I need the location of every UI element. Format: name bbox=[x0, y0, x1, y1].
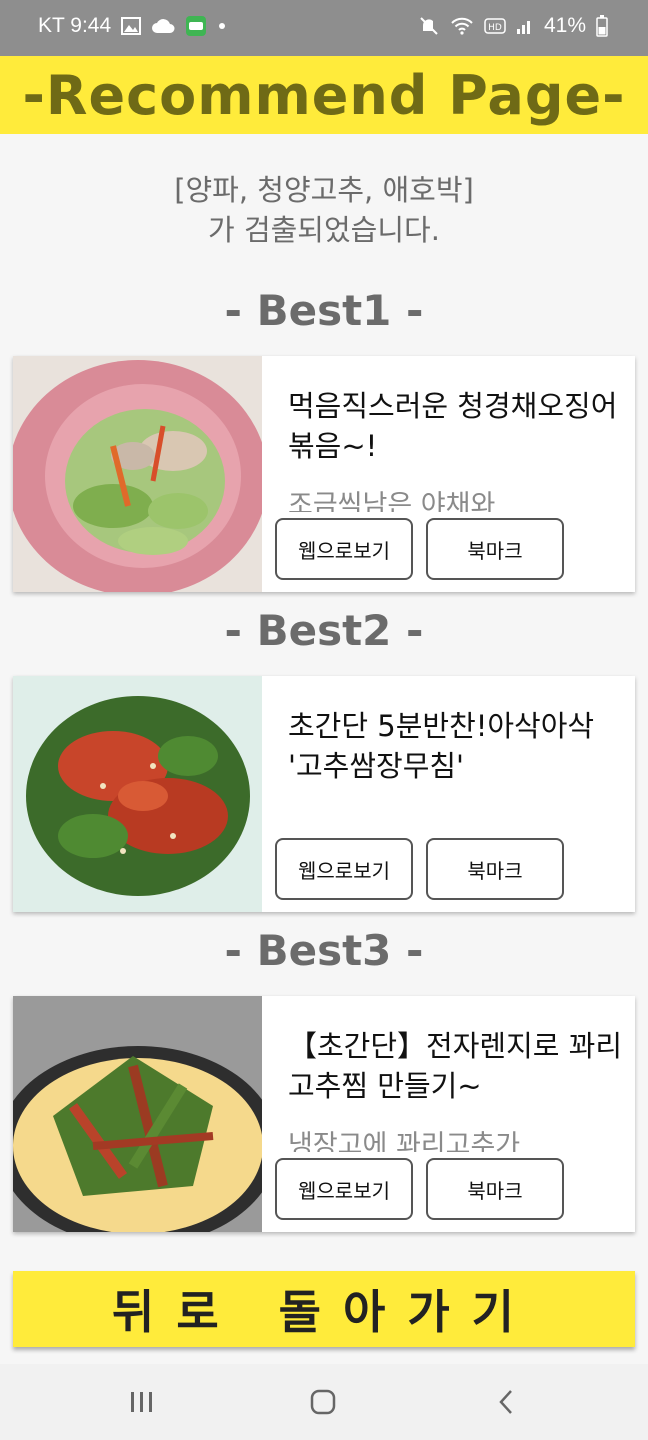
bookmark-button-3[interactable]: 북마크 bbox=[426, 1158, 564, 1220]
best2-heading: - Best2 - bbox=[224, 606, 424, 655]
recent-apps-icon[interactable] bbox=[122, 1382, 162, 1422]
detected-message: 가 검출되었습니다. bbox=[208, 213, 440, 247]
carrier-time: KT 9:44 bbox=[38, 14, 112, 37]
bookmark-button-1[interactable]: 북마크 bbox=[426, 518, 564, 580]
battery-icon bbox=[596, 15, 608, 37]
bookmark-button-2[interactable]: 북마크 bbox=[426, 838, 564, 900]
recipe-desc-1: 조금씩남은 야채와 bbox=[288, 490, 496, 512]
view-web-button-3[interactable]: 웹으로보기 bbox=[275, 1158, 413, 1220]
svg-text:HD: HD bbox=[488, 23, 502, 33]
recipe-card-3[interactable]: 【초간단】전자렌지로 꽈리고추찜 만들기~ 냉장고에 꽈리고추가 웹으로보기 북… bbox=[13, 996, 635, 1232]
view-web-button-2[interactable]: 웹으로보기 bbox=[275, 838, 413, 900]
gallery-icon bbox=[121, 17, 142, 35]
best3-heading: - Best3 - bbox=[224, 926, 424, 975]
recipe-card-2[interactable]: 초간단 5분반찬!아삭아삭 '고추쌈장무침' 웹으로보기 북마크 bbox=[13, 676, 635, 912]
recipe-image-1 bbox=[13, 356, 262, 592]
recipe-desc-3: 냉장고에 꽈리고추가 bbox=[288, 1130, 521, 1152]
cloud-icon bbox=[151, 18, 175, 34]
wifi-icon bbox=[450, 16, 474, 36]
app-bar: -Recommend Page- bbox=[0, 56, 648, 134]
system-nav-bar bbox=[0, 1364, 648, 1440]
home-icon[interactable] bbox=[303, 1382, 343, 1422]
hd-icon: HD bbox=[484, 18, 506, 34]
back-button[interactable]: 뒤로 돌아가기 bbox=[13, 1271, 635, 1347]
status-left: KT 9:44 bbox=[38, 14, 227, 38]
status-right: HD 41% bbox=[418, 14, 608, 38]
detected-list: [양파, 청양고추, 애호박] bbox=[174, 173, 474, 207]
recipe-image-2 bbox=[13, 676, 262, 912]
recipe-card-1[interactable]: 먹음직스러운 청경채오징어볶음~! 조금씩남은 야채와 웹으로보기 북마크 bbox=[13, 356, 635, 592]
detected-ingredients: [양파, 청양고추, 애호박] 가 검출되었습니다. bbox=[0, 170, 648, 250]
back-icon[interactable] bbox=[486, 1382, 526, 1422]
recipe-image-3 bbox=[13, 996, 262, 1232]
page-title: -Recommend Page- bbox=[22, 63, 626, 127]
mute-icon bbox=[418, 15, 440, 37]
best1-heading: - Best1 - bbox=[224, 286, 424, 335]
list-scroll-fade bbox=[0, 1244, 648, 1262]
status-bar: KT 9:44 HD 41% bbox=[0, 0, 648, 56]
app-badge-icon bbox=[185, 15, 207, 37]
recipe-title-3: 【초간단】전자렌지로 꽈리고추찜 만들기~ bbox=[288, 1029, 623, 1103]
recipe-title-2: 초간단 5분반찬!아삭아삭 '고추쌈장무침' bbox=[288, 709, 595, 783]
dot-icon bbox=[217, 21, 227, 31]
signal-icon bbox=[516, 17, 534, 35]
battery-percent: 41% bbox=[543, 14, 586, 37]
view-web-button-1[interactable]: 웹으로보기 bbox=[275, 518, 413, 580]
recipe-title-1: 먹음직스러운 청경채오징어볶음~! bbox=[288, 389, 618, 463]
